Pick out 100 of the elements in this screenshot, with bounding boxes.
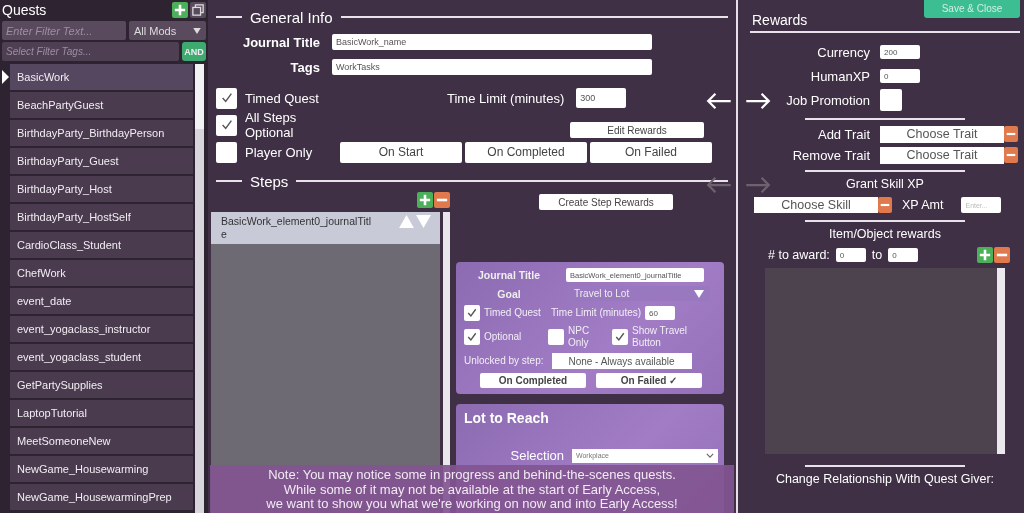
- plus-icon: [979, 249, 991, 261]
- remove-button[interactable]: [878, 197, 892, 213]
- event-button[interactable]: On Completed: [465, 141, 587, 163]
- plus-icon: [419, 194, 431, 206]
- step-time-limit-field[interactable]: 60: [645, 306, 676, 320]
- filter-text-field[interactable]: Enter Filter Text...: [2, 21, 126, 40]
- checkbox[interactable]: [216, 141, 237, 163]
- quest-list-item[interactable]: NewGame_HousewarmingPrep: [10, 484, 193, 510]
- human-xp-field[interactable]: 0: [880, 69, 920, 83]
- field-label: Journal Title: [476, 269, 542, 281]
- note-text: While some of it may not be available at the start of Early Access,: [283, 482, 661, 497]
- check-icon: [614, 331, 626, 343]
- edit-rewards-button[interactable]: Edit Rewards: [570, 122, 704, 138]
- create-step-rewards-button[interactable]: Create Step Rewards: [539, 194, 673, 210]
- quest-list-item[interactable]: BasicWork: [10, 64, 193, 90]
- field-label: Goal: [496, 287, 522, 300]
- event-button[interactable]: On Failed: [590, 141, 712, 163]
- subsection-heading: Item/Object rewards: [829, 227, 941, 241]
- checkbox-label: Optional: [484, 331, 523, 343]
- field-label: Journal Title: [241, 34, 321, 50]
- quest-list-item[interactable]: event_yogaclass_student: [10, 344, 193, 370]
- tag-filter-field[interactable]: Select Filter Tags...: [2, 42, 179, 61]
- quest-list-item[interactable]: BirthdayParty_HostSelf: [10, 204, 193, 230]
- duplicate-button[interactable]: [190, 1, 206, 18]
- add-button[interactable]: [172, 1, 188, 18]
- note-text: we want to show you what we're working on now and into Early Access!: [266, 497, 678, 512]
- field-label: Time Limit (minutes): [447, 90, 565, 106]
- unlock-step-dropdown[interactable]: None - Always available: [551, 353, 692, 369]
- quest-list-item[interactable]: BeachPartyGuest: [10, 92, 193, 118]
- checkbox-label: Timed Quest: [245, 90, 320, 106]
- check-icon: [466, 331, 478, 343]
- mod-dropdown[interactable]: All Mods: [129, 21, 206, 40]
- section-heading: Steps: [250, 172, 289, 190]
- card-heading: Lot to Reach: [464, 410, 550, 426]
- field-label: to: [871, 248, 883, 262]
- checkbox-label: NPC Only: [568, 325, 591, 349]
- quest-list-item[interactable]: BirthdayParty_BirthdayPerson: [10, 120, 193, 146]
- currency-field[interactable]: 200: [880, 45, 920, 59]
- min-count-field[interactable]: 0: [835, 248, 866, 262]
- max-count-field[interactable]: 0: [888, 248, 919, 262]
- field-label: Unlocked by step:: [464, 355, 544, 367]
- arrow-left-icon: [705, 92, 733, 110]
- field-label: # to award:: [768, 248, 830, 262]
- add-step-button[interactable]: [417, 192, 433, 208]
- journal-title-field[interactable]: BasicWork_name: [332, 34, 652, 50]
- checkbox[interactable]: [216, 87, 237, 109]
- check-icon: [219, 91, 234, 105]
- note-text: Note: You may notice some in progress and behind-the-scenes quests.: [268, 468, 676, 483]
- field-label: Tags: [289, 59, 321, 75]
- scrollbar[interactable]: [195, 64, 204, 513]
- scrollbar[interactable]: [997, 268, 1005, 454]
- field-label: Add Trait: [816, 126, 871, 142]
- event-button[interactable]: On Start: [340, 141, 462, 163]
- trait-dropdown[interactable]: Choose Trait: [880, 146, 1004, 164]
- quest-list-item[interactable]: CardioClass_Student: [10, 232, 193, 258]
- checkbox[interactable]: [464, 305, 480, 321]
- field-label: Selection: [509, 448, 565, 463]
- subsection-heading: Grant Skill XP: [846, 177, 924, 191]
- quest-list-item[interactable]: LaptopTutorial: [10, 400, 193, 426]
- quest-list-item[interactable]: GetPartySupplies: [10, 372, 193, 398]
- caret-icon: [193, 27, 201, 34]
- copy-icon: [192, 3, 204, 16]
- skill-dropdown[interactable]: Choose Skill: [754, 197, 878, 213]
- trait-dropdown[interactable]: Choose Trait: [880, 125, 1004, 143]
- panel-title: Quests: [2, 1, 48, 18]
- step-title: BasicWork_element0_journalTitle: [221, 215, 371, 241]
- event-button[interactable]: On Failed ✓: [596, 373, 702, 388]
- quest-list-item[interactable]: NewGame_Housewarming: [10, 456, 193, 482]
- arrow-right-icon: [744, 92, 772, 110]
- checkbox[interactable]: [216, 114, 237, 136]
- checkbox[interactable]: [612, 329, 628, 345]
- checkbox-label: All Steps Optional: [245, 110, 298, 140]
- remove-step-button[interactable]: [434, 192, 450, 208]
- quest-list-item[interactable]: event_date: [10, 288, 193, 314]
- quest-list-item[interactable]: event_yogaclass_instructor: [10, 316, 193, 342]
- checkbox[interactable]: [464, 329, 480, 345]
- field-label: Remove Trait: [791, 147, 871, 163]
- checkbox[interactable]: [880, 89, 902, 111]
- section-heading: General Info: [250, 8, 333, 26]
- section-heading: Rewards: [751, 12, 808, 28]
- checkbox[interactable]: [548, 329, 564, 345]
- add-item-button[interactable]: [977, 247, 993, 263]
- check-icon: [466, 307, 478, 319]
- field-label: XP Amt: [902, 198, 944, 212]
- event-button[interactable]: On Completed: [480, 373, 586, 388]
- time-limit-field[interactable]: 300: [576, 88, 627, 108]
- subsection-heading: Change Relationship With Quest Giver:: [775, 472, 995, 486]
- chevron-down-icon: [706, 453, 714, 458]
- field-label: Currency: [816, 44, 871, 60]
- quest-list-item[interactable]: BirthdayParty_Host: [10, 176, 193, 202]
- caret-icon: [694, 289, 704, 298]
- remove-button[interactable]: [1004, 126, 1018, 142]
- checkbox-label: Player Only: [245, 144, 314, 160]
- tags-field[interactable]: WorkTasks: [332, 59, 652, 75]
- arrow-right-icon: [744, 176, 772, 194]
- remove-button[interactable]: [1004, 147, 1018, 163]
- quest-list-item[interactable]: BirthdayParty_Guest: [10, 148, 193, 174]
- remove-item-button[interactable]: [994, 247, 1010, 263]
- quest-list-item[interactable]: ChefWork: [10, 260, 193, 286]
- quest-list-item[interactable]: MeetSomeoneNew: [10, 428, 193, 454]
